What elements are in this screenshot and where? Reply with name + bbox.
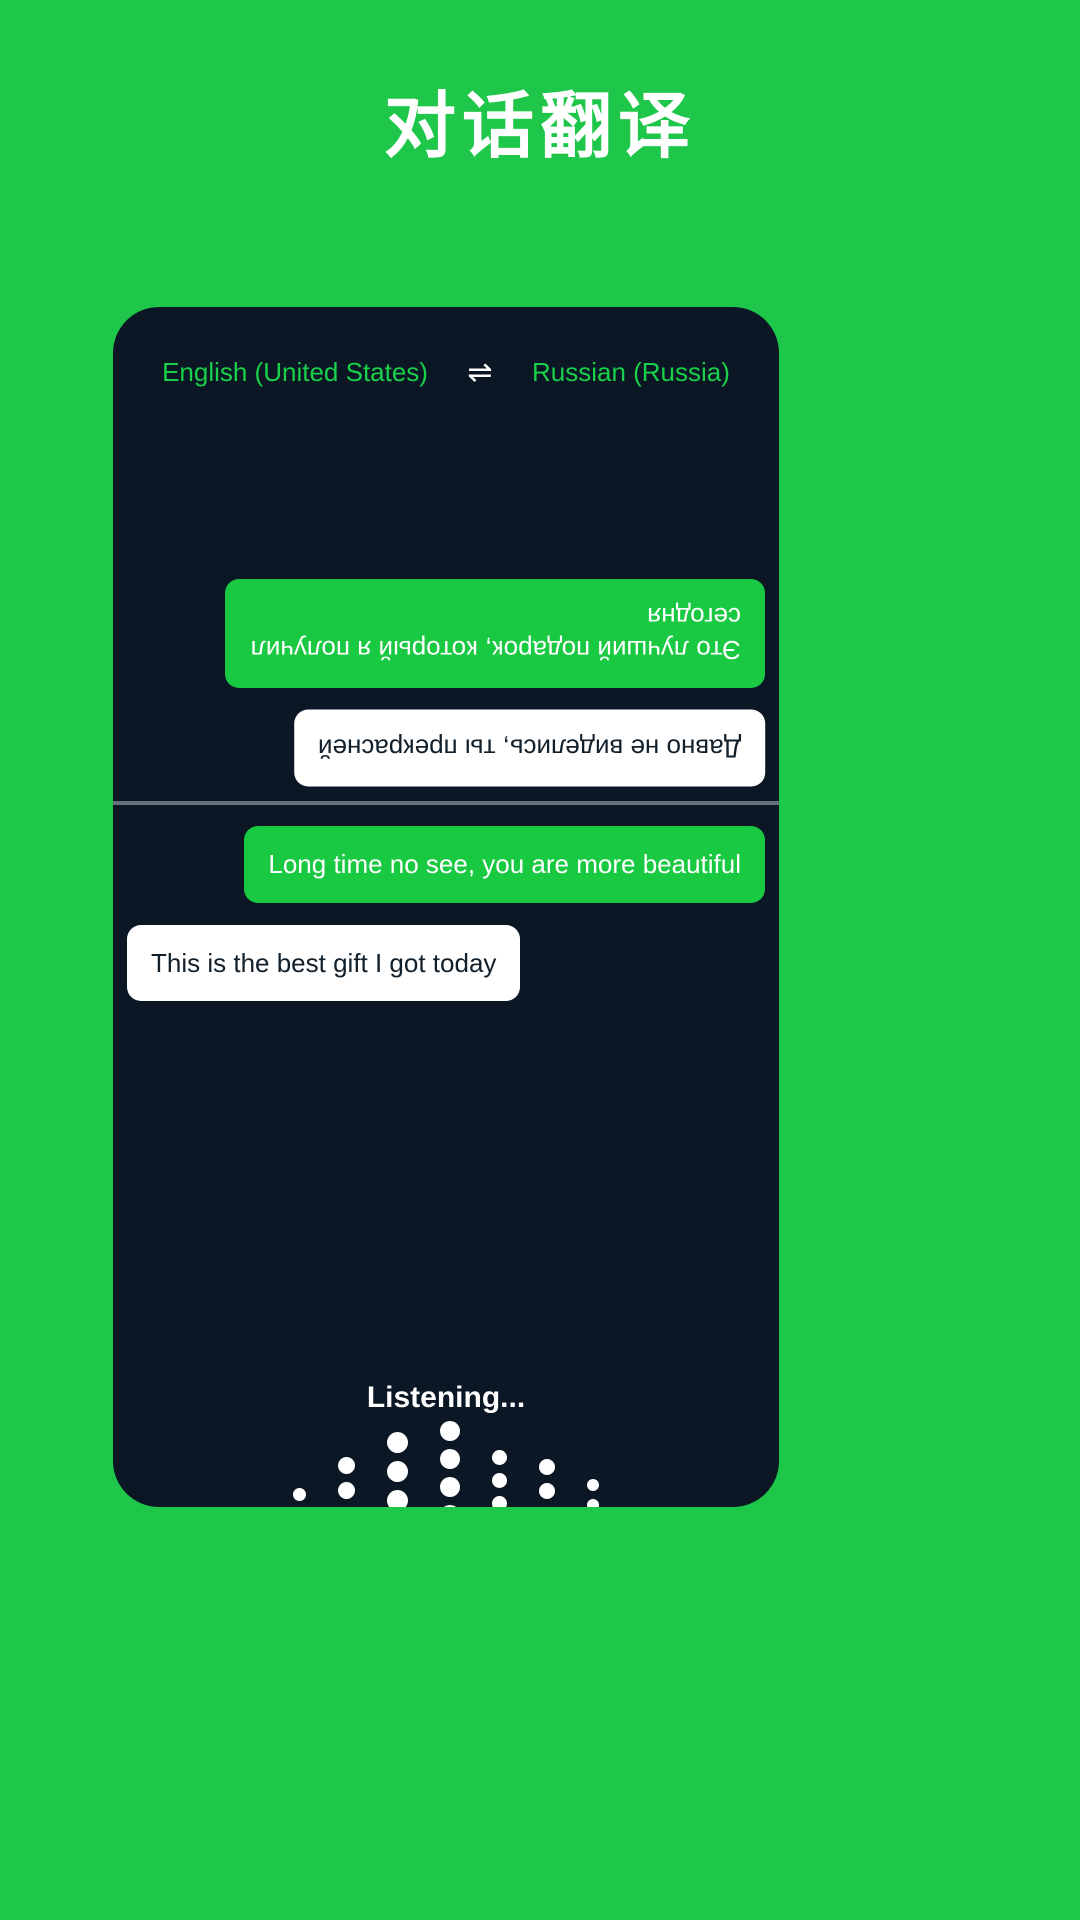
waveform-column [492,1450,507,1507]
panel-divider [113,801,779,805]
waveform-dot [587,1479,599,1491]
message-bubble-en-2[interactable]: This is the best gift I got today [127,924,521,1001]
message-bubble-ru-2[interactable]: Давно не виделись, ты прекрасней [293,709,765,786]
waveform-dot [387,1432,408,1453]
waveform-column [387,1432,408,1507]
waveform-dot [338,1506,355,1507]
message-row: Это лучший подарок, который я получил се… [113,578,779,688]
waveform-dot [492,1450,507,1465]
conversation-panel-top: Это лучший подарок, который я получил се… [113,307,779,802]
page-title: 对话翻译 [383,87,696,167]
waveform-dot [539,1483,555,1499]
listening-status: Listening... [366,1381,526,1414]
waveform-dot [440,1449,460,1469]
waveform-dot [338,1456,355,1474]
top-message-stack: Это лучший подарок, который я получил се… [113,578,779,786]
waveform-column [539,1459,555,1507]
waveform-dot [387,1490,408,1507]
waveform-column [293,1487,306,1508]
waveform-dot [539,1459,555,1475]
message-row: Long time no see, you are more beautiful [113,826,779,903]
waveform-column [338,1456,355,1507]
audio-waveform [113,1421,779,1508]
message-bubble-ru-1[interactable]: Это лучший подарок, который я получил се… [225,578,765,688]
waveform-dot [492,1496,507,1507]
message-row: Давно не виделись, ты прекрасней [113,709,779,786]
phone-card: English (United States) ⇌ Russian (Russi… [113,307,779,1507]
waveform-dot [387,1461,408,1482]
waveform-dot [440,1477,460,1497]
waveform-dot [338,1481,355,1499]
waveform-dot [440,1421,460,1441]
bottom-message-stack: Long time no see, you are more beautiful… [113,826,779,1001]
waveform-dot [293,1487,306,1501]
message-bubble-en-1[interactable]: Long time no see, you are more beautiful [244,826,765,903]
waveform-dot [492,1473,507,1488]
waveform-column [587,1479,599,1507]
waveform-column [440,1421,460,1507]
message-row: This is the best gift I got today [113,924,779,1001]
waveform-dot [440,1505,460,1507]
waveform-dot [587,1499,599,1507]
